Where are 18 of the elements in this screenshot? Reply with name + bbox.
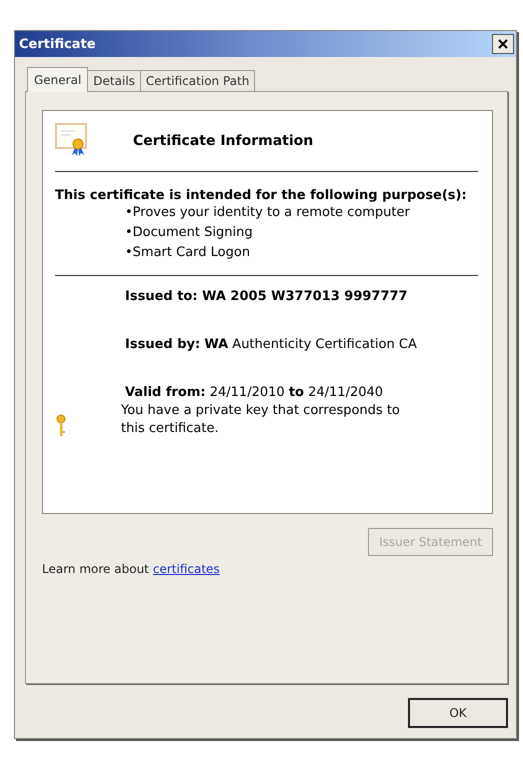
- tab[interactable]: General: [27, 67, 88, 92]
- validity-text: Valid from: 24/11/2010 to 24/11/2040: [125, 384, 384, 402]
- learn-more-text: Learn more about: [42, 562, 149, 576]
- issued-to-text: Issued to: WA 2005 W377013 9997777: [125, 288, 409, 306]
- close-icon: [497, 38, 509, 50]
- tab[interactable]: Certification Path: [140, 70, 256, 91]
- purpose-intro: This certificate is intended for the following purpose(s):: [55, 188, 468, 203]
- close-button[interactable]: [492, 34, 514, 54]
- private-key-note: You have a private key that corresponds to this certificate.: [121, 402, 401, 438]
- section-heading: Certificate Information: [133, 133, 314, 149]
- certificates-link[interactable]: certificates: [152, 562, 220, 576]
- key-icon: [55, 414, 67, 438]
- purpose-item: •Proves your identity to a remote computer: [125, 204, 411, 222]
- purpose-item: •Document Signing: [125, 224, 254, 242]
- purpose-item: •Smart Card Logon: [125, 244, 252, 262]
- window-title: Certificate: [19, 36, 96, 52]
- ok-button[interactable]: OK: [408, 698, 508, 728]
- issued-by-text: Issued by: WA Authenticity Certification CA: [125, 336, 418, 354]
